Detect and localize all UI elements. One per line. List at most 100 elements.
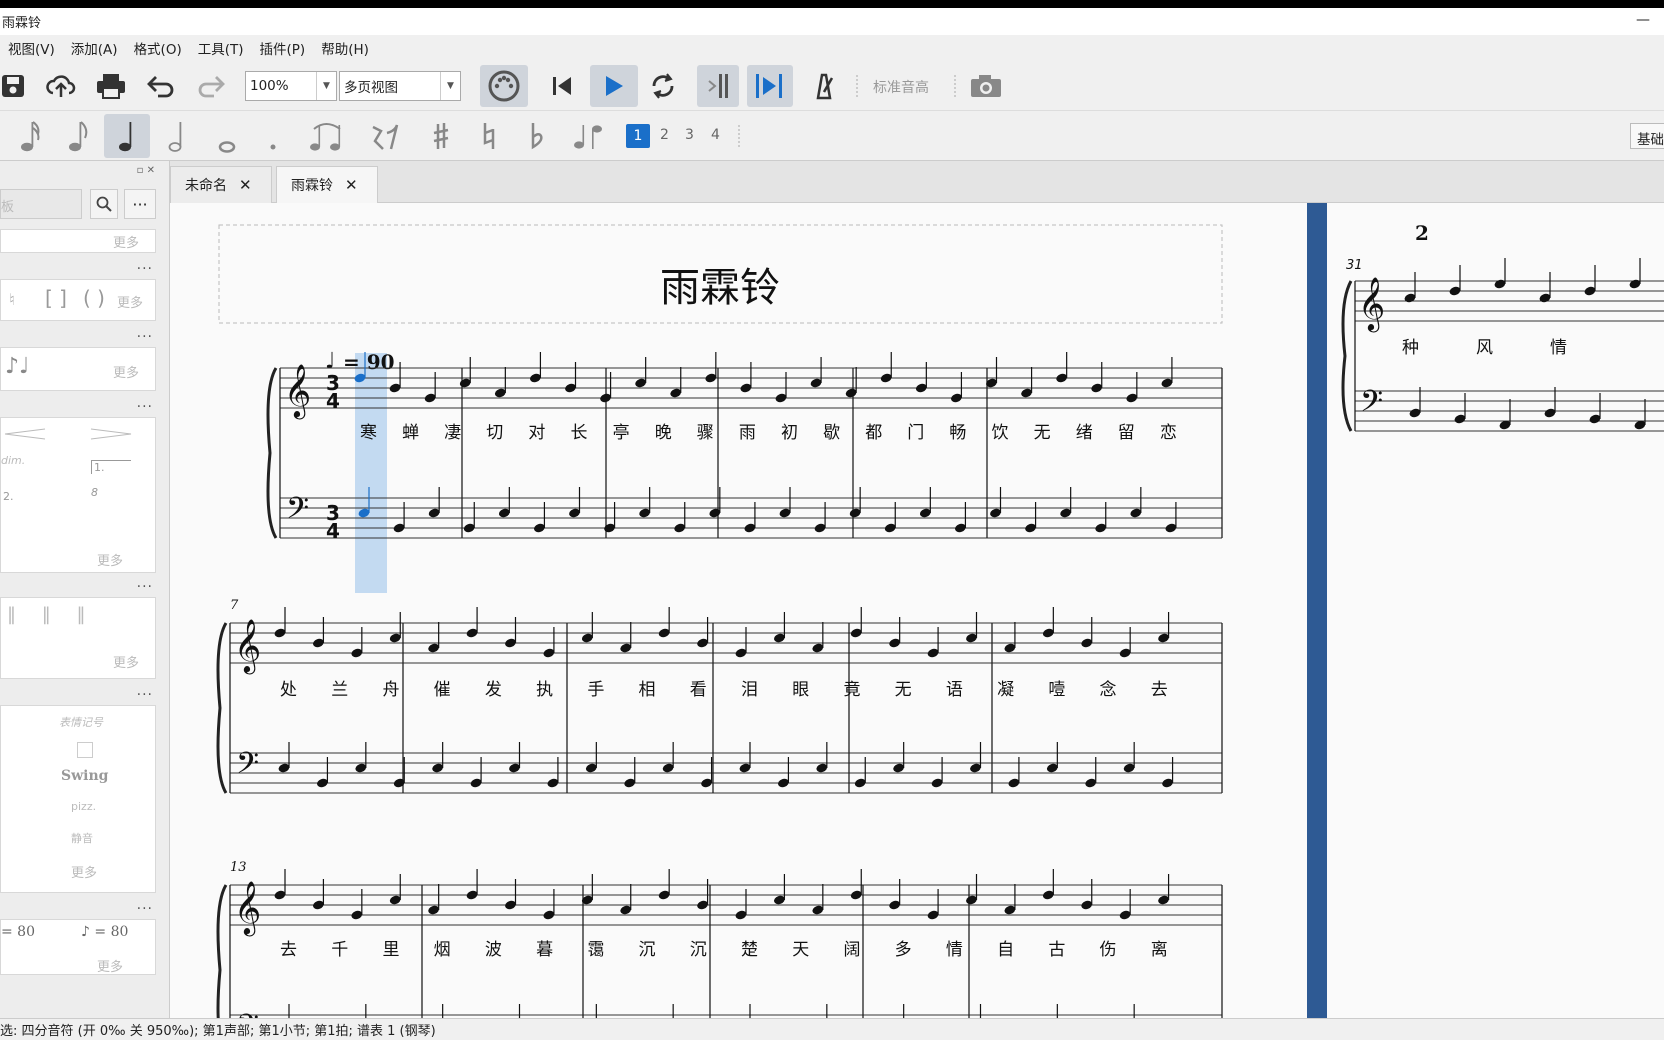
menu-add[interactable]: 添加(A) — [71, 38, 118, 58]
redo-icon[interactable] — [194, 71, 228, 101]
lyric-syllable: 雨 — [739, 423, 756, 443]
loop-out-button[interactable] — [747, 65, 793, 107]
camera-icon[interactable] — [966, 71, 1006, 101]
dim-line-label[interactable]: dim. — [1, 454, 25, 467]
flip-direction-icon[interactable] — [568, 117, 608, 155]
print-icon[interactable] — [94, 71, 128, 101]
repeat-barlines-icon[interactable]: ‖ ‖ ‖ — [7, 604, 95, 625]
square-bracket-icon[interactable]: [ ] — [45, 286, 67, 310]
lyric-syllable: 霭 — [587, 940, 604, 960]
grace-note-icon[interactable]: ♪♩ — [5, 354, 29, 379]
midi-input-button[interactable] — [480, 65, 528, 107]
menu-help[interactable]: 帮助(H) — [321, 38, 369, 58]
score-view[interactable]: 雨霖铃 ♩ = 90 𝄞𝄢3434寒蝉凄切对长亭晚骤雨初歇都门畅饮无绪留恋𝄞𝄢7… — [170, 203, 1664, 1018]
lyric-syllable: 无 — [895, 680, 912, 700]
swing-text[interactable]: Swing — [61, 768, 108, 784]
more-link[interactable]: 更多 — [117, 292, 143, 311]
tab-untitled[interactable]: 未命名 ✕ — [170, 166, 272, 203]
minimize-button[interactable]: — — [1636, 12, 1650, 28]
panel-float-close-icon[interactable]: ▫ ✕ — [137, 165, 155, 176]
treble-clef: 𝄞 — [284, 363, 311, 419]
palette-menu-icon[interactable]: ··· — [137, 329, 153, 345]
more-link[interactable]: 更多 — [113, 362, 139, 381]
tab-yulinling[interactable]: 雨霖铃 ✕ — [276, 166, 378, 203]
lyric-syllable: 天 — [792, 940, 809, 960]
play-button[interactable] — [590, 65, 638, 107]
tempo-marking[interactable]: = 90 — [343, 350, 395, 374]
tempo-eighth-80[interactable]: ♪ = 80 — [81, 924, 128, 940]
score-title[interactable]: 雨霖铃 — [660, 265, 780, 311]
palette-menu-icon[interactable]: ··· — [137, 399, 153, 415]
workspace-select[interactable]: 基础 — [1630, 123, 1664, 149]
tempo-eighth-value: = 80 — [94, 924, 129, 940]
palette-menu-icon[interactable]: ··· — [137, 261, 153, 277]
concert-pitch-toggle[interactable]: 标准音高 — [873, 77, 929, 97]
tempo-quarter-80[interactable]: = 80 — [1, 924, 35, 940]
loop-in-button[interactable] — [697, 65, 739, 107]
lyric-syllable: 噎 — [1048, 680, 1065, 700]
lyric-syllable: 舟 — [382, 680, 399, 700]
sixteenth-note-icon[interactable] — [14, 117, 48, 155]
text-box-icon[interactable] — [77, 742, 93, 758]
palette-search-input[interactable]: 板 — [0, 189, 82, 219]
palette-menu-icon[interactable]: ··· — [137, 901, 153, 917]
rest-icon[interactable] — [364, 117, 404, 155]
accidental-bracket-icon[interactable]: ♮ — [9, 290, 15, 309]
natural-icon[interactable] — [474, 117, 504, 155]
voice-4-button[interactable]: 4 — [711, 127, 720, 143]
lyric-syllable: 眼 — [792, 680, 809, 700]
ottava-label[interactable]: 8 — [91, 486, 98, 499]
close-icon[interactable]: ✕ — [239, 176, 252, 194]
treble-clef: 𝄞 — [234, 880, 261, 936]
loop-icon[interactable] — [646, 71, 680, 101]
voice-3-button[interactable]: 3 — [685, 127, 694, 143]
lyric-syllable: 对 — [528, 423, 545, 443]
more-link[interactable]: 更多 — [97, 956, 123, 975]
eighth-note-icon[interactable] — [62, 117, 96, 155]
expression-text[interactable]: 表情记号 — [59, 714, 103, 730]
dot-icon[interactable] — [258, 117, 288, 155]
rewind-icon[interactable] — [546, 71, 580, 101]
quarter-note-button[interactable] — [104, 114, 150, 158]
close-icon[interactable]: ✕ — [345, 176, 358, 194]
mute-text[interactable]: 静音 — [71, 830, 93, 846]
volta-2-label[interactable]: 2. — [3, 490, 14, 503]
menu-format[interactable]: 格式(O) — [134, 38, 182, 58]
pizz-text[interactable]: pizz. — [71, 800, 96, 813]
more-link[interactable]: 更多 — [97, 550, 123, 569]
title-bar: 雨霖铃 — — [0, 8, 1664, 35]
voice-1-button[interactable]: 1 — [626, 124, 650, 148]
menu-tools[interactable]: 工具(T) — [198, 38, 244, 58]
play-icon — [606, 76, 623, 96]
midi-icon — [488, 70, 520, 102]
more-link[interactable]: 更多 — [113, 652, 139, 671]
tie-icon[interactable] — [302, 117, 350, 155]
loop-in-icon — [708, 74, 728, 98]
more-link[interactable]: 更多 — [71, 862, 97, 881]
sharp-icon[interactable] — [426, 117, 456, 155]
more-options-icon[interactable]: ··· — [124, 189, 156, 219]
zoom-select[interactable]: 100% ▼ — [245, 71, 337, 101]
flat-icon[interactable] — [522, 117, 552, 155]
score-canvas[interactable]: 雨霖铃 ♩ = 90 𝄞 𝄢 3 4 3 4 寒蝉凄切对长亭晚骤雨初歇都门畅饮无绪留恋 𝄞 𝄢 7… — [170, 203, 1664, 1018]
note-input-toolbar: 1 2 3 4 基础 — [0, 111, 1664, 161]
bass-clef: 𝄢 — [1360, 385, 1383, 426]
search-icon[interactable] — [90, 189, 118, 219]
whole-note-icon[interactable] — [210, 117, 244, 155]
metronome-icon[interactable] — [806, 71, 840, 101]
menu-view[interactable]: 视图(V) — [8, 38, 55, 58]
lyric-syllable: 看 — [690, 680, 707, 700]
parentheses-icon[interactable]: ( ) — [83, 286, 105, 310]
volta-1-label[interactable]: 1. — [91, 460, 131, 474]
save-icon[interactable] — [0, 71, 28, 101]
half-note-icon[interactable] — [160, 117, 194, 155]
more-link[interactable]: 更多 — [113, 232, 139, 251]
view-mode-select[interactable]: 多页视图 ▼ — [339, 71, 461, 101]
cloud-upload-icon[interactable] — [44, 71, 78, 101]
undo-icon[interactable] — [144, 71, 178, 101]
voice-2-button[interactable]: 2 — [660, 127, 669, 143]
palette-menu-icon[interactable]: ··· — [137, 687, 153, 703]
palette-menu-icon[interactable]: ··· — [137, 579, 153, 595]
lyric-syllable: 蝉 — [402, 423, 419, 443]
menu-plugins[interactable]: 插件(P) — [260, 38, 306, 58]
